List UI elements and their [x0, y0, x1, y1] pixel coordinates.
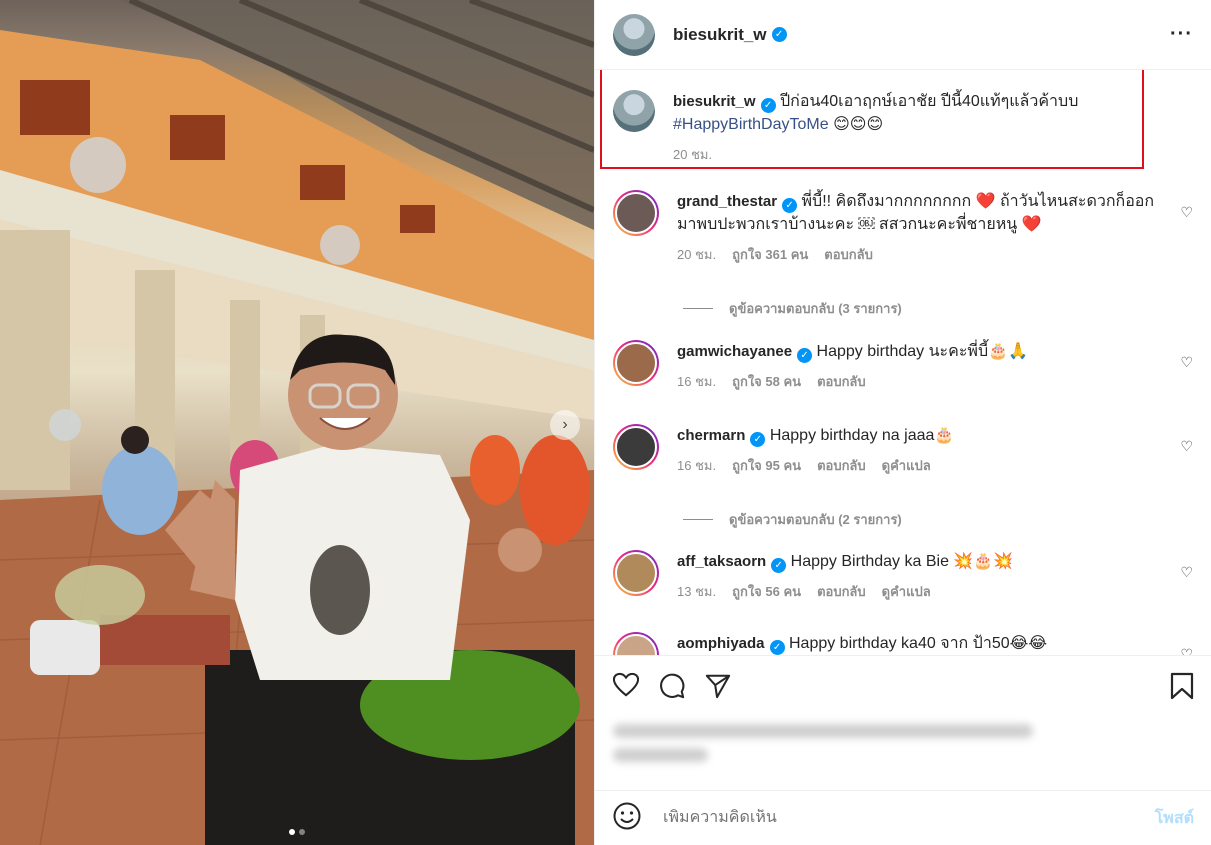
verified-badge-icon: ✓ — [771, 27, 787, 42]
verified-badge-icon: ✓ — [760, 98, 776, 113]
view-replies-label: ดูข้อความตอบกลับ (3 รายการ) — [729, 301, 902, 316]
comment-item: chermarn ✓ Happy birthday na jaaa🎂 16 ชม.… — [613, 424, 1193, 477]
caption-emoji: 😊😊😊 — [833, 116, 884, 133]
comment-likes[interactable]: ถูกใจ 58 คน — [732, 370, 801, 393]
comment-like-heart-icon[interactable]: ♡ — [1180, 438, 1193, 455]
comment-likes[interactable]: ถูกใจ 95 คน — [732, 454, 801, 477]
comment-likes[interactable]: ถูกใจ 361 คน — [732, 243, 808, 266]
comment-text: Happy birthday นะคะพี่บี้🎂🙏 — [816, 343, 1028, 360]
verified-badge-icon: ✓ — [797, 348, 813, 363]
verified-badge-icon: ✓ — [769, 640, 785, 655]
post-caption: biesukrit_w ✓ ปีก่อน40เอาฤกษ์เอาชัย ปีนี้… — [613, 90, 1193, 166]
comment-time: 16 ชม. — [677, 458, 717, 473]
comment-text: Happy Birthday ka Bie 💥🎂💥 — [790, 553, 1014, 570]
comment-reply-button[interactable]: ตอบกลับ — [817, 370, 866, 393]
author-username[interactable]: biesukrit_w — [673, 25, 767, 45]
carousel-dot-active — [289, 829, 295, 835]
comment-text: Happy birthday na jaaa🎂 — [769, 427, 955, 444]
comment-time: 20 ชม. — [677, 247, 717, 262]
comment-item: aff_taksaorn ✓ Happy Birthday ka Bie 💥🎂💥 … — [613, 550, 1193, 603]
more-icon[interactable]: ··· — [1170, 23, 1193, 46]
comment-time: 16 ชม. — [677, 374, 717, 389]
comment-reply-button[interactable]: ตอบกลับ — [824, 243, 873, 266]
view-replies-label: ดูข้อความตอบกลับ (2 รายการ) — [729, 512, 902, 527]
commenter-username[interactable]: aff_taksaorn — [677, 553, 766, 570]
comments-list[interactable]: biesukrit_w ✓ ปีก่อน40เอาฤกษ์เอาชัย ปีนี้… — [595, 70, 1211, 655]
comment-reply-button[interactable]: ตอบกลับ — [817, 580, 866, 603]
commenter-username[interactable]: chermarn — [677, 427, 745, 444]
comment-icon[interactable] — [659, 672, 685, 699]
commenter-avatar[interactable] — [613, 190, 659, 236]
caption-time: 20 ชม. — [673, 147, 713, 162]
commenter-avatar[interactable] — [613, 340, 659, 386]
view-replies-button[interactable]: ดูข้อความตอบกลับ (2 รายการ) — [683, 509, 902, 530]
emoji-icon[interactable] — [613, 802, 641, 835]
photo-illustration — [0, 0, 594, 845]
commenter-username[interactable]: grand_thestar — [677, 193, 777, 210]
post-photo[interactable]: › — [0, 0, 594, 845]
comment-translate-button[interactable]: ดูคำแปล — [882, 454, 931, 477]
post-header: biesukrit_w ✓ ··· — [595, 0, 1211, 70]
author-avatar-small[interactable] — [613, 90, 655, 132]
heart-icon[interactable] — [613, 672, 639, 698]
commenter-username[interactable]: aomphiyada — [677, 635, 765, 652]
comment-item: aomphiyada ✓ Happy birthday ka40 จาก ป้า5… — [613, 632, 1193, 655]
comment-item: grand_thestar ✓ พี่บี้!! คิดถึงมากกกกกกกก… — [613, 190, 1193, 266]
view-replies-button[interactable]: ดูข้อความตอบกลับ (3 รายการ) — [683, 298, 902, 319]
commenter-avatar[interactable] — [613, 632, 659, 655]
comment-like-heart-icon[interactable]: ♡ — [1180, 564, 1193, 581]
carousel-dots — [0, 829, 594, 835]
comment-like-heart-icon[interactable]: ♡ — [1180, 204, 1193, 221]
comment-like-heart-icon[interactable]: ♡ — [1180, 646, 1193, 655]
comment-time: 13 ชม. — [677, 584, 717, 599]
next-slide-button[interactable]: › — [550, 410, 580, 440]
comment-reply-button[interactable]: ตอบกลับ — [817, 454, 866, 477]
commenter-avatar[interactable] — [613, 424, 659, 470]
commenter-avatar[interactable] — [613, 550, 659, 596]
verified-badge-icon: ✓ — [750, 432, 766, 447]
caption-hashtag[interactable]: #HappyBirthDayToMe — [673, 116, 829, 133]
post-actions — [595, 655, 1211, 790]
commenter-username[interactable]: gamwichayanee — [677, 343, 792, 360]
post-comment-button[interactable]: โพสต์ — [1155, 806, 1194, 831]
comment-likes[interactable]: ถูกใจ 56 คน — [732, 580, 801, 603]
post-side-panel: biesukrit_w ✓ ··· biesukrit_w ✓ ปีก่อน40เ… — [594, 0, 1211, 845]
comment-like-heart-icon[interactable]: ♡ — [1180, 354, 1193, 371]
comment-item: gamwichayanee ✓ Happy birthday นะคะพี่บี้… — [613, 340, 1193, 393]
caption-username[interactable]: biesukrit_w — [673, 93, 756, 110]
share-icon[interactable] — [705, 672, 731, 699]
verified-badge-icon: ✓ — [782, 198, 798, 213]
blurred-likes-text — [613, 724, 1033, 772]
carousel-dot — [299, 829, 305, 835]
comment-text: Happy birthday ka40 จาก ป้า50😂😂 — [788, 635, 1048, 652]
comment-translate-button[interactable]: ดูคำแปล — [882, 580, 931, 603]
verified-badge-icon: ✓ — [771, 558, 787, 573]
caption-text: ปีก่อน40เอาฤกษ์เอาชัย ปีนี้40แท้ๆแล้วค้า… — [779, 93, 1079, 110]
comment-composer: โพสต์ — [595, 790, 1211, 845]
bookmark-icon[interactable] — [1170, 672, 1196, 700]
comment-input[interactable] — [663, 809, 1155, 827]
author-avatar[interactable] — [613, 13, 655, 56]
